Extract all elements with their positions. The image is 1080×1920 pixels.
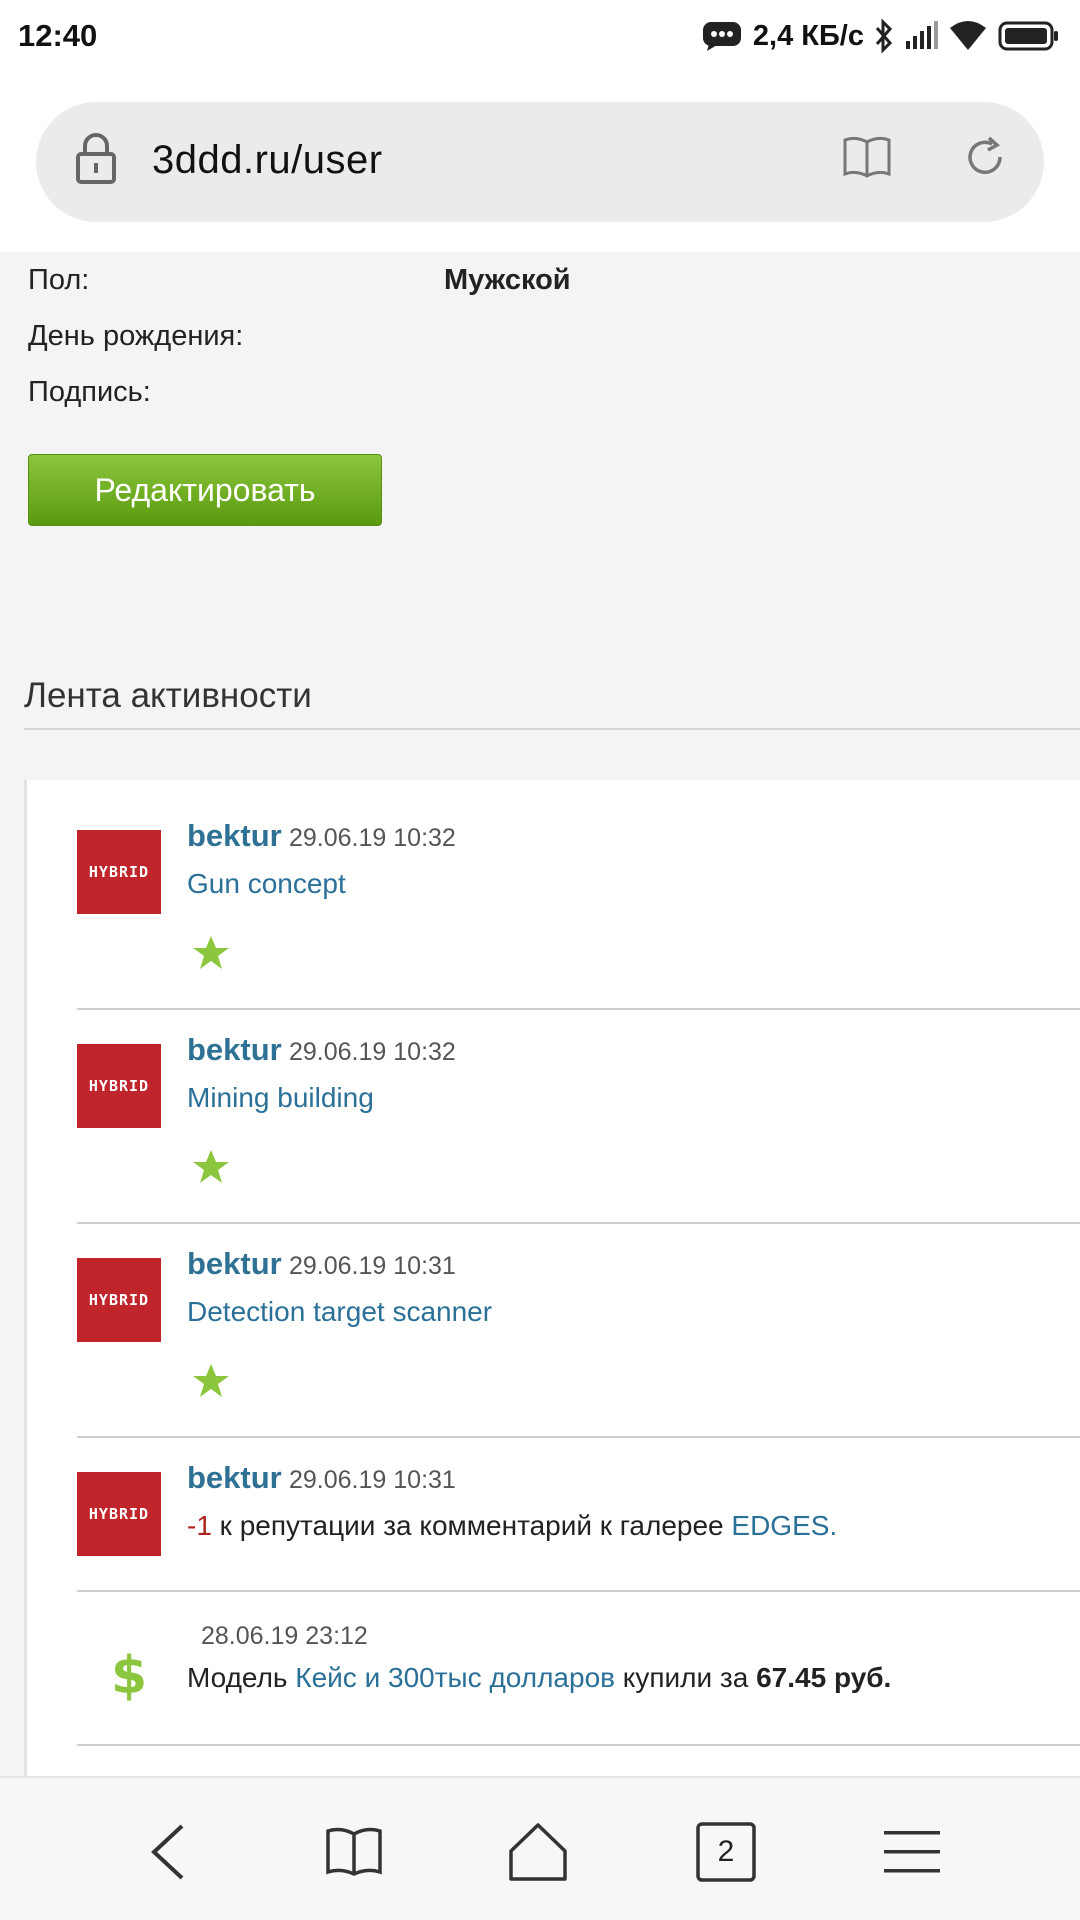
url-text[interactable]: 3ddd.ru/user	[152, 138, 383, 183]
model-link[interactable]: Mining building	[187, 1082, 374, 1114]
battery-icon	[998, 20, 1060, 52]
home-icon[interactable]	[498, 1812, 578, 1892]
divider	[77, 1008, 1080, 1010]
status-bar: 12:40 2,4 КБ/с	[0, 0, 1080, 74]
purchase-price: 67.45 руб.	[756, 1662, 892, 1693]
bluetooth-icon	[874, 19, 894, 53]
star-icon	[191, 1362, 231, 1405]
tabs-count: 2	[717, 1835, 735, 1868]
divider	[77, 1222, 1080, 1224]
model-link[interactable]: Detection target scanner	[187, 1296, 492, 1328]
avatar[interactable]: HYBRID	[77, 1258, 161, 1342]
avatar[interactable]: HYBRID	[77, 1472, 161, 1556]
purchase-prefix: Модель	[187, 1662, 296, 1693]
birthday-label: День рождения:	[28, 320, 244, 352]
back-icon[interactable]	[128, 1812, 208, 1892]
purchase-middle: купили за	[615, 1662, 757, 1693]
edit-profile-button[interactable]: Редактировать	[28, 454, 382, 526]
tabs-icon[interactable]: 2	[686, 1812, 766, 1892]
avatar[interactable]: HYBRID	[77, 830, 161, 914]
gender-label: Пол:	[28, 264, 90, 296]
wifi-icon	[948, 20, 988, 52]
author-link[interactable]: bektur	[187, 818, 282, 854]
bookmarks-icon[interactable]	[314, 1812, 394, 1892]
status-time: 12:40	[18, 18, 98, 53]
divider	[77, 1744, 1080, 1746]
activity-date: 29.06.19 10:32	[289, 824, 456, 852]
avatar-logo-text: HYBRID	[88, 1291, 150, 1309]
divider	[24, 728, 1080, 730]
signature-label: Подпись:	[28, 376, 151, 408]
activity-feed-title: Лента активности	[24, 676, 312, 715]
browser-toolbar: 3ddd.ru/user	[0, 74, 1080, 252]
activity-date: 29.06.19 10:31	[289, 1466, 456, 1494]
avatar-logo-text: HYBRID	[88, 1505, 150, 1523]
author-link[interactable]: bektur	[187, 1246, 282, 1282]
network-speed: 2,4 КБ/с	[752, 19, 864, 52]
dollar-icon: $	[111, 1646, 148, 1706]
menu-icon[interactable]	[872, 1812, 952, 1892]
activity-date: 28.06.19 23:12	[201, 1622, 368, 1650]
reputation-value: -1	[187, 1510, 212, 1541]
divider	[77, 1436, 1080, 1438]
reputation-text: -1 к репутации за комментарий к галерее …	[187, 1510, 837, 1542]
star-icon	[191, 934, 231, 977]
signal-icon	[904, 21, 938, 51]
author-link[interactable]: bektur	[187, 1460, 282, 1496]
reputation-description: к репутации за комментарий к галерее	[211, 1510, 732, 1541]
lock-icon[interactable]	[74, 132, 118, 191]
activity-feed: HYBRID bektur 29.06.19 10:32 Gun concept…	[24, 780, 1080, 1776]
address-bar[interactable]: 3ddd.ru/user	[36, 102, 1044, 222]
model-link[interactable]: Кейс и 300тыс долларов	[295, 1662, 615, 1693]
divider	[77, 1590, 1080, 1592]
chat-icon	[701, 20, 743, 52]
gender-value: Мужской	[444, 264, 571, 296]
star-icon	[191, 1148, 231, 1191]
page-content: Пол: Мужской День рождения: Подпись: Ред…	[0, 252, 1080, 1776]
reload-icon[interactable]	[962, 134, 1008, 185]
gallery-link[interactable]: EDGES.	[731, 1510, 837, 1541]
purchase-text: Модель Кейс и 300тыс долларов купили за …	[187, 1662, 891, 1694]
activity-date: 29.06.19 10:31	[289, 1252, 456, 1280]
browser-bottom-nav: 2	[0, 1776, 1080, 1920]
avatar[interactable]: HYBRID	[77, 1044, 161, 1128]
avatar-logo-text: HYBRID	[88, 863, 150, 881]
model-link[interactable]: Gun concept	[187, 868, 346, 900]
author-link[interactable]: bektur	[187, 1032, 282, 1068]
avatar-logo-text: HYBRID	[88, 1077, 150, 1095]
reader-mode-icon[interactable]	[842, 134, 892, 185]
status-icons: 2,4 КБ/с	[701, 14, 1060, 58]
activity-date: 29.06.19 10:32	[289, 1038, 456, 1066]
